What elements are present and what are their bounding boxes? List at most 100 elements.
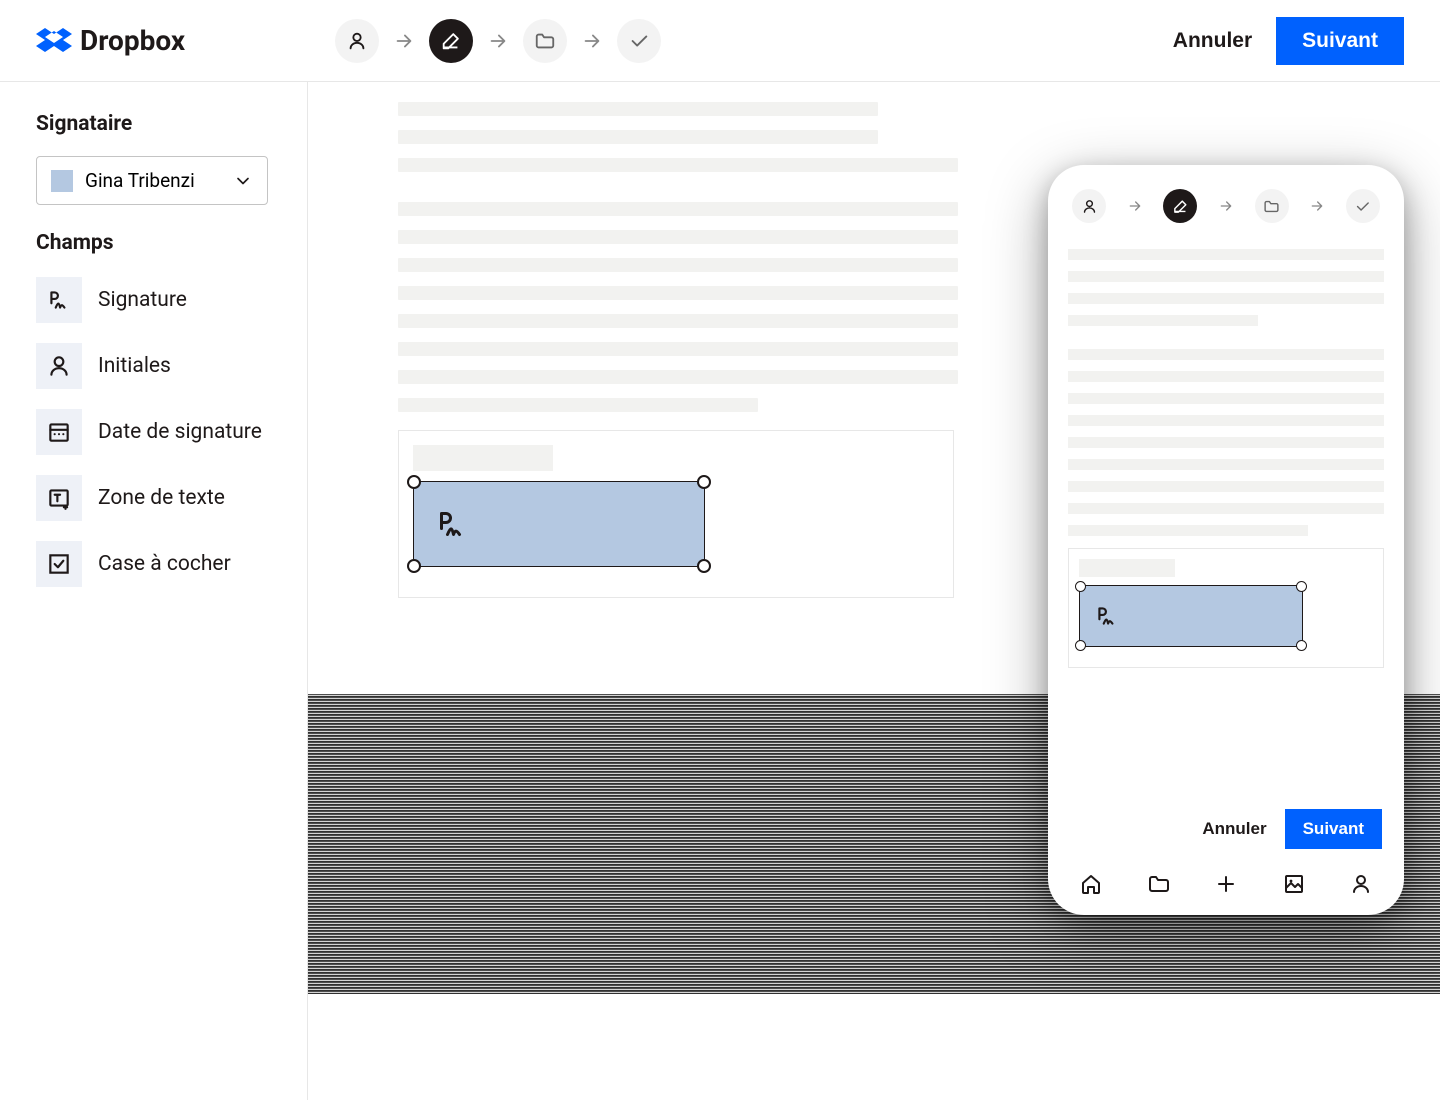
- text-placeholder: [398, 102, 878, 116]
- next-button[interactable]: Suivant: [1285, 809, 1382, 849]
- text-placeholder: [1068, 393, 1384, 404]
- app-header: Dropbox Annuler Suivant: [0, 0, 1440, 82]
- text-placeholder: [1068, 249, 1384, 260]
- text-placeholder: [1068, 481, 1384, 492]
- resize-handle[interactable]: [407, 559, 421, 573]
- folder-icon: [1147, 872, 1171, 896]
- text-placeholder: [1068, 371, 1384, 382]
- mobile-preview: Annuler Suivant: [1048, 165, 1404, 915]
- text-placeholder: [1068, 503, 1384, 514]
- field-label: Zone de texte: [98, 486, 225, 510]
- field-label: Initiales: [98, 354, 171, 378]
- textbox-icon: [36, 475, 82, 521]
- signature-region: [398, 430, 954, 598]
- step-signers[interactable]: [335, 19, 379, 63]
- resize-handle[interactable]: [407, 475, 421, 489]
- arrow-right-icon: [1127, 198, 1143, 214]
- arrow-right-icon: [487, 30, 509, 52]
- calendar-icon: [36, 409, 82, 455]
- tab-photos[interactable]: [1281, 871, 1307, 897]
- check-icon: [628, 30, 650, 52]
- tab-create[interactable]: [1213, 871, 1239, 897]
- home-icon: [1079, 872, 1103, 896]
- signer-dropdown[interactable]: Gina Tribenzi: [36, 156, 268, 205]
- mobile-stepper: [1068, 189, 1384, 223]
- text-placeholder: [1068, 525, 1308, 536]
- field-date-signed[interactable]: Date de signature: [36, 409, 271, 455]
- pen-icon: [1172, 198, 1189, 215]
- text-placeholder: [1068, 271, 1384, 282]
- resize-handle[interactable]: [1075, 640, 1086, 651]
- cancel-button[interactable]: Annuler: [1173, 29, 1252, 53]
- signer-color-swatch: [51, 170, 73, 192]
- folder-icon: [534, 30, 556, 52]
- step-prepare[interactable]: [429, 19, 473, 63]
- resize-handle[interactable]: [697, 475, 711, 489]
- mobile-actions: Annuler Suivant: [1068, 803, 1384, 863]
- plus-icon: [1214, 872, 1238, 896]
- signature-field[interactable]: [1079, 585, 1303, 647]
- person-icon: [36, 343, 82, 389]
- tab-home[interactable]: [1078, 871, 1104, 897]
- arrow-right-icon: [1309, 198, 1325, 214]
- dropbox-logo: Dropbox: [36, 24, 185, 57]
- checkbox-icon: [36, 541, 82, 587]
- signature-region: [1068, 548, 1384, 668]
- text-placeholder: [398, 342, 958, 356]
- text-placeholder: [398, 314, 958, 328]
- text-placeholder: [398, 158, 958, 172]
- text-placeholder: [1068, 293, 1384, 304]
- text-placeholder: [1068, 349, 1384, 360]
- pen-icon: [440, 30, 462, 52]
- resize-handle[interactable]: [1296, 640, 1307, 651]
- field-label: Signature: [98, 288, 187, 312]
- dropbox-icon: [36, 25, 72, 57]
- field-initials[interactable]: Initiales: [36, 343, 271, 389]
- step-signers[interactable]: [1072, 189, 1106, 223]
- resize-handle[interactable]: [1296, 581, 1307, 592]
- progress-stepper: [335, 19, 661, 63]
- logo-text: Dropbox: [80, 24, 185, 57]
- mobile-tabbar: [1068, 863, 1384, 897]
- text-placeholder: [1068, 459, 1384, 470]
- field-textbox[interactable]: Zone de texte: [36, 475, 271, 521]
- step-save[interactable]: [523, 19, 567, 63]
- check-icon: [1354, 198, 1371, 215]
- cancel-button[interactable]: Annuler: [1202, 819, 1266, 839]
- text-placeholder: [398, 398, 758, 412]
- signature-field[interactable]: [413, 481, 705, 567]
- step-prepare[interactable]: [1163, 189, 1197, 223]
- next-button[interactable]: Suivant: [1276, 17, 1404, 65]
- resize-handle[interactable]: [1075, 581, 1086, 592]
- text-placeholder: [1079, 559, 1175, 577]
- step-review[interactable]: [1346, 189, 1380, 223]
- signer-name: Gina Tribenzi: [85, 169, 221, 192]
- field-label: Case à cocher: [98, 552, 231, 576]
- text-placeholder: [398, 130, 878, 144]
- person-icon: [1081, 198, 1098, 215]
- mobile-document[interactable]: [1068, 249, 1384, 803]
- text-placeholder: [398, 370, 958, 384]
- person-icon: [1349, 872, 1373, 896]
- text-placeholder: [1068, 437, 1384, 448]
- resize-handle[interactable]: [697, 559, 711, 573]
- signature-icon: [432, 506, 472, 542]
- document-page: [398, 102, 958, 598]
- arrow-right-icon: [581, 30, 603, 52]
- step-save[interactable]: [1255, 189, 1289, 223]
- fields-heading: Champs: [36, 231, 271, 255]
- arrow-right-icon: [1218, 198, 1234, 214]
- step-review[interactable]: [617, 19, 661, 63]
- chevron-down-icon: [233, 171, 253, 191]
- text-placeholder: [398, 258, 958, 272]
- field-signature[interactable]: Signature: [36, 277, 271, 323]
- field-label: Date de signature: [98, 420, 262, 444]
- text-placeholder: [398, 230, 958, 244]
- arrow-right-icon: [393, 30, 415, 52]
- image-icon: [1282, 872, 1306, 896]
- tab-files[interactable]: [1146, 871, 1172, 897]
- tab-account[interactable]: [1348, 871, 1374, 897]
- folder-icon: [1263, 198, 1280, 215]
- signature-icon: [36, 277, 82, 323]
- field-checkbox[interactable]: Case à cocher: [36, 541, 271, 587]
